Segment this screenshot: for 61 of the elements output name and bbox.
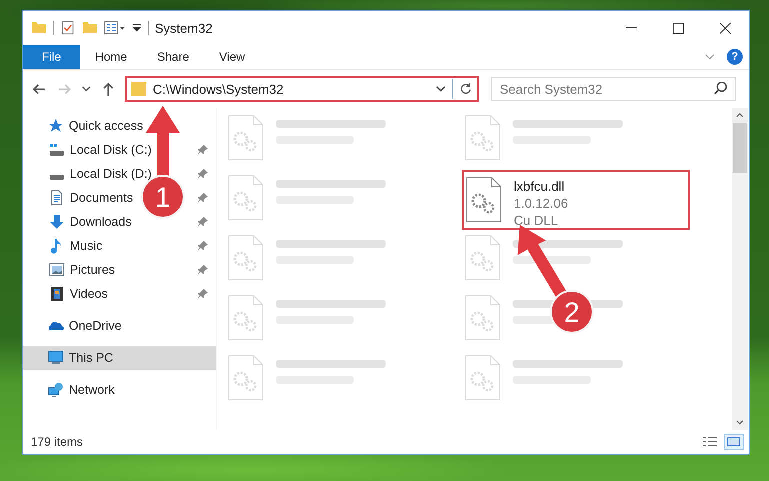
back-arrow-icon[interactable] — [33, 82, 46, 96]
gear-file-icon — [465, 355, 501, 401]
scroll-down-icon[interactable] — [736, 420, 744, 425]
dropdown-chevron-icon[interactable] — [436, 86, 446, 92]
gear-file-icon — [228, 175, 264, 221]
ribbon-tab[interactable]: Share — [142, 45, 204, 69]
minimize-icon — [626, 27, 637, 29]
gear-file-icon — [228, 235, 264, 281]
gear-file-icon — [466, 177, 502, 223]
ribbon-tab[interactable]: View — [204, 45, 260, 69]
gear-file-icon — [228, 295, 264, 341]
address-path: C:\Windows\System32 — [153, 82, 285, 96]
gear-file-icon — [228, 115, 264, 161]
nav-item[interactable]: Local Disk (C:) — [49, 142, 152, 158]
item-count: 179 items — [31, 435, 84, 449]
nav-item[interactable]: Network — [48, 382, 115, 398]
download-arrow-icon — [49, 214, 65, 230]
nav-item[interactable]: Music — [49, 238, 103, 254]
network-icon — [48, 382, 64, 398]
close-icon — [720, 22, 731, 34]
picture-icon — [49, 262, 65, 278]
gear-file-icon — [228, 355, 264, 401]
nav-item[interactable]: Local Disk (D:) — [49, 166, 152, 182]
nav-item[interactable]: This PC — [48, 350, 114, 366]
details-view-icon[interactable] — [701, 435, 719, 449]
checklist-icon[interactable] — [60, 21, 76, 35]
drive-icon — [50, 175, 64, 180]
nav-item[interactable]: Pictures — [49, 262, 116, 278]
dropdown-icon[interactable] — [132, 24, 142, 32]
nav-item[interactable]: Videos — [49, 286, 108, 302]
drive-icon — [49, 142, 65, 158]
window-title: System32 — [155, 20, 213, 36]
nav-item[interactable]: Downloads — [49, 214, 132, 230]
search-field[interactable]: Search System32 — [491, 77, 736, 101]
gear-file-icon — [465, 295, 501, 341]
maximize-icon — [673, 22, 684, 34]
gear-file-icon — [465, 235, 501, 281]
ribbon-tab[interactable]: Home — [80, 45, 142, 69]
nav-item[interactable]: Quick access — [48, 118, 144, 134]
nav-item[interactable]: Documents — [49, 190, 134, 206]
film-icon — [49, 286, 65, 302]
scrollbar[interactable] — [732, 108, 748, 430]
folder-icon — [31, 21, 47, 35]
up-arrow-icon[interactable] — [102, 82, 115, 96]
recent-chevron-icon[interactable] — [82, 86, 91, 92]
search-icon — [714, 82, 728, 95]
address-bar[interactable]: C:\Windows\System32 — [125, 76, 479, 102]
folder-icon — [131, 82, 147, 96]
document-icon — [49, 190, 65, 206]
gear-file-icon — [465, 115, 501, 161]
scroll-thumb[interactable] — [733, 123, 747, 173]
tiles-view-icon[interactable] — [725, 435, 743, 449]
monitor-icon — [48, 350, 64, 366]
refresh-icon[interactable] — [459, 82, 473, 96]
ribbon-tab[interactable]: File — [23, 45, 80, 69]
star-icon — [48, 118, 64, 134]
scroll-up-icon[interactable] — [736, 113, 744, 118]
nav-item[interactable]: OneDrive — [48, 318, 122, 334]
chevron-icon[interactable] — [705, 54, 715, 60]
properties-icon[interactable] — [104, 21, 126, 35]
help-button[interactable]: ? — [727, 49, 743, 65]
